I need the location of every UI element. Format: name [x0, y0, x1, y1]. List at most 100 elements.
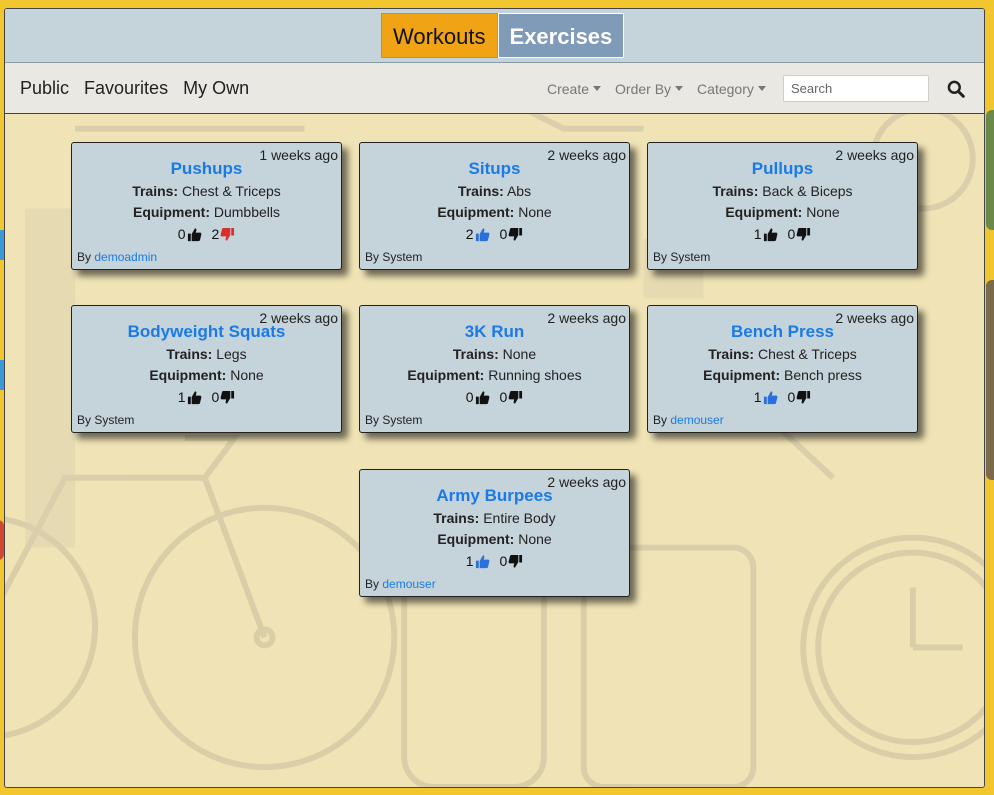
card-trains: Trains: Abs [360, 183, 629, 199]
card-equipment: Equipment: None [360, 204, 629, 220]
author-prefix: By [365, 413, 383, 427]
thumbs-up-icon[interactable] [475, 227, 490, 242]
thumbs-up-icon[interactable] [187, 227, 202, 242]
vote-row: 00 [360, 389, 629, 405]
workout-card[interactable]: 2 weeks ago Army Burpees Trains: Entire Bo… [359, 469, 630, 597]
card-trains: Trains: Chest & Triceps [648, 346, 917, 362]
upvote-button[interactable]: 0 [466, 389, 490, 405]
thumbs-down-icon[interactable] [508, 227, 523, 242]
thumbs-up-icon[interactable] [475, 554, 490, 569]
thumbs-down-icon[interactable] [508, 554, 523, 569]
category-dropdown[interactable]: Category [697, 81, 766, 97]
downvote-button[interactable]: 0 [500, 389, 524, 405]
thumbs-down-icon[interactable] [796, 227, 811, 242]
nav-my-own[interactable]: My Own [183, 78, 249, 99]
create-dropdown[interactable]: Create [547, 81, 602, 97]
author-link[interactable]: demouser [670, 413, 723, 427]
card-equipment: Equipment: None [360, 531, 629, 547]
thumbs-down-icon[interactable] [508, 390, 523, 405]
upvote-button[interactable]: 1 [178, 389, 202, 405]
downvote-button[interactable]: 0 [212, 389, 236, 405]
trains-label: Trains: [712, 183, 759, 199]
downvote-button[interactable]: 2 [212, 226, 236, 242]
workout-card[interactable]: 2 weeks ago Bench Press Trains: Chest & Tr… [647, 305, 918, 433]
tab-exercises[interactable]: Exercises [497, 13, 625, 58]
card-title[interactable]: Bodyweight Squats [72, 322, 341, 342]
equipment-value: Bench press [780, 367, 862, 383]
trains-value: Chest & Triceps [754, 346, 857, 362]
thumbs-up-icon[interactable] [763, 390, 778, 405]
equipment-label: Equipment: [407, 367, 485, 383]
app-window: Workouts Exercises Public Favourites My … [4, 8, 985, 788]
trains-value: Entire Body [479, 510, 556, 526]
upvote-button[interactable]: 2 [466, 226, 490, 242]
trains-value: Chest & Triceps [178, 183, 281, 199]
equipment-label: Equipment: [725, 204, 803, 220]
downvote-count: 0 [499, 389, 508, 405]
trains-label: Trains: [452, 346, 499, 362]
card-author: By demoadmin [77, 250, 157, 264]
thumbs-down-icon[interactable] [796, 390, 811, 405]
downvote-button[interactable]: 0 [788, 226, 812, 242]
card-title[interactable]: Bench Press [648, 322, 917, 342]
card-title[interactable]: Pushups [72, 159, 341, 179]
author-prefix: By [653, 413, 671, 427]
card-title[interactable]: 3K Run [360, 322, 629, 342]
caret-down-icon [593, 86, 602, 91]
scope-nav: Public Favourites My Own [20, 63, 264, 114]
equipment-value: None [226, 367, 264, 383]
workout-card[interactable]: 2 weeks ago Pullups Trains: Back & Biceps E… [647, 142, 918, 270]
main-tabs: Workouts Exercises [381, 13, 625, 58]
downvote-count: 0 [499, 553, 508, 569]
vote-row: 10 [648, 226, 917, 242]
card-equipment: Equipment: Bench press [648, 367, 917, 383]
card-title[interactable]: Pullups [648, 159, 917, 179]
trains-value: None [498, 346, 537, 362]
trains-label: Trains: [132, 183, 179, 199]
upvote-button[interactable]: 0 [178, 226, 202, 242]
downvote-button[interactable]: 0 [500, 226, 524, 242]
upvote-button[interactable]: 1 [466, 553, 490, 569]
author-link[interactable]: demoadmin [94, 250, 157, 264]
thumbs-up-icon[interactable] [187, 390, 202, 405]
upvote-count: 1 [177, 389, 186, 405]
background-decoration [986, 280, 994, 480]
vote-row: 10 [72, 389, 341, 405]
upvote-button[interactable]: 1 [754, 389, 778, 405]
thumbs-down-icon[interactable] [220, 390, 235, 405]
search-icon[interactable] [947, 80, 965, 98]
category-dropdown-label: Category [697, 80, 754, 97]
downvote-count: 2 [211, 226, 220, 242]
tab-workouts[interactable]: Workouts [381, 13, 498, 58]
card-title[interactable]: Army Burpees [360, 486, 629, 506]
card-trains: Trains: Legs [72, 346, 341, 362]
nav-public[interactable]: Public [20, 78, 69, 99]
vote-row: 02 [72, 226, 341, 242]
downvote-count: 0 [787, 226, 796, 242]
card-equipment: Equipment: Running shoes [360, 367, 629, 383]
downvote-button[interactable]: 0 [788, 389, 812, 405]
author-prefix: By [77, 250, 95, 264]
top-header: Workouts Exercises [5, 9, 984, 63]
workout-card[interactable]: 1 weeks ago Pushups Trains: Chest & Tricep… [71, 142, 342, 270]
card-title[interactable]: Situps [360, 159, 629, 179]
trains-value: Abs [503, 183, 532, 199]
order-by-dropdown[interactable]: Order By [615, 81, 684, 97]
vote-row: 20 [360, 226, 629, 242]
workout-card[interactable]: 2 weeks ago Situps Trains: Abs Equipment: N… [359, 142, 630, 270]
search-input[interactable] [783, 75, 929, 102]
thumbs-down-icon[interactable] [220, 227, 235, 242]
caret-down-icon [757, 86, 766, 91]
thumbs-up-icon[interactable] [763, 227, 778, 242]
downvote-button[interactable]: 0 [500, 553, 524, 569]
nav-favourites[interactable]: Favourites [84, 78, 168, 99]
thumbs-up-icon[interactable] [475, 390, 490, 405]
downvote-count: 0 [211, 389, 220, 405]
card-author: By System [365, 250, 422, 264]
author-link[interactable]: demouser [382, 577, 435, 591]
upvote-count: 1 [753, 226, 762, 242]
workout-card[interactable]: 2 weeks ago Bodyweight Squats Trains: Legs… [71, 305, 342, 433]
upvote-button[interactable]: 1 [754, 226, 778, 242]
card-equipment: Equipment: Dumbbells [72, 204, 341, 220]
workout-card[interactable]: 2 weeks ago 3K Run Trains: None Equipment: … [359, 305, 630, 433]
